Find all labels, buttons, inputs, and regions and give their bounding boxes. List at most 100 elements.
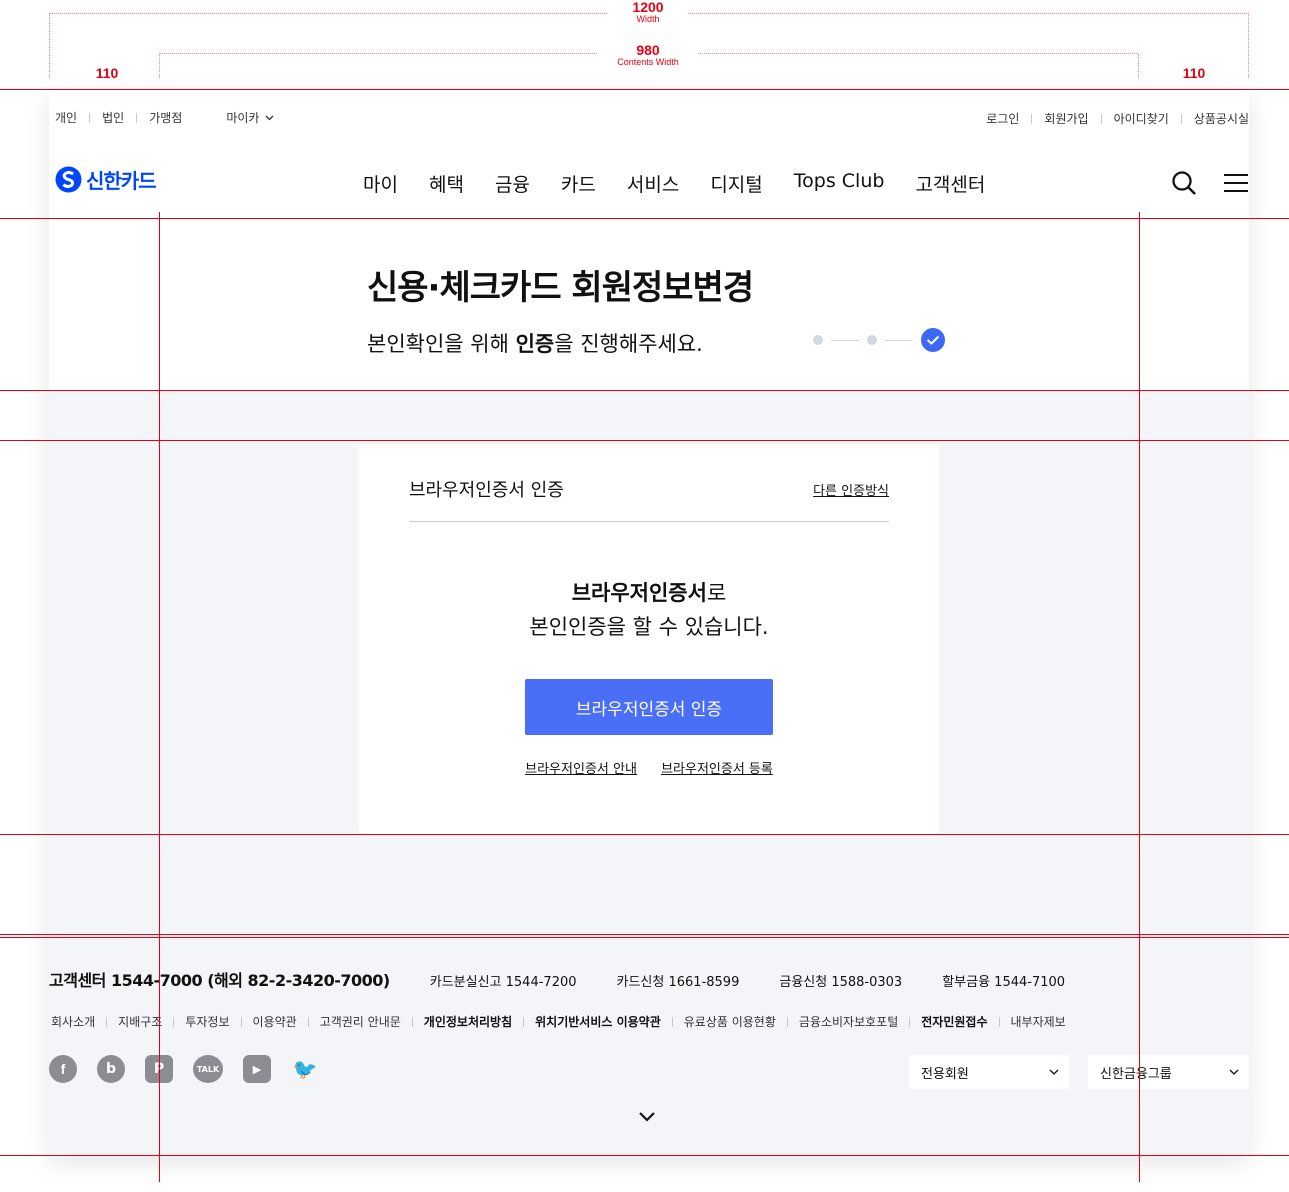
divider	[523, 1016, 525, 1027]
menu-customer-center[interactable]: 고객센터	[915, 170, 985, 197]
width-guide-left	[49, 13, 50, 78]
divider	[411, 1016, 413, 1027]
browser-cert-auth-button[interactable]: 브라우저인증서 인증	[525, 679, 773, 735]
brand-logo[interactable]: 신한카드	[55, 165, 157, 194]
installment-phone: 할부금융 1544-7100	[942, 975, 1066, 990]
step-indicator	[813, 328, 945, 352]
page-title: 신용·체크카드 회원정보변경	[367, 268, 754, 308]
menu-card[interactable]: 카드	[561, 170, 596, 197]
guide-line	[0, 1155, 1289, 1156]
expand-footer-icon[interactable]	[638, 1111, 656, 1123]
facebook-icon[interactable]: f	[49, 1055, 77, 1083]
card-apply-phone: 카드신청 1661-8599	[616, 975, 740, 990]
divider	[909, 1016, 911, 1027]
group-select[interactable]: 신한금융그룹	[1088, 1055, 1249, 1089]
menu-benefit[interactable]: 혜택	[429, 170, 464, 197]
find-id-link[interactable]: 아이디찾기	[1114, 110, 1169, 127]
mycar-label: 마이카	[226, 111, 260, 125]
footer-link-privacy[interactable]: 개인정보처리방침	[424, 1013, 512, 1030]
card-header: 브라우저인증서 인증 다른 인증방식	[409, 474, 889, 522]
divider	[1100, 113, 1102, 124]
youtube-icon[interactable]: ▶	[243, 1055, 271, 1083]
chevron-down-icon	[1049, 1069, 1059, 1075]
chevron-down-icon	[265, 115, 274, 120]
menu-my[interactable]: 마이	[363, 170, 398, 197]
menu-service[interactable]: 서비스	[627, 170, 679, 197]
menu-tops-club[interactable]: Tops Club	[794, 170, 885, 197]
footer: 고객센터 1544-7000 (해외 82-2-3420-7000) 카드분실신…	[49, 935, 1249, 1155]
divider	[89, 112, 91, 123]
footer-link-location-terms[interactable]: 위치기반서비스 이용약관	[535, 1013, 661, 1030]
guide-line	[0, 834, 1289, 835]
sns-links: f b P TALK ▶ 🐦	[49, 1055, 339, 1083]
guide-line	[0, 89, 1289, 90]
shinhan-logo-icon	[55, 166, 82, 193]
guide-line	[159, 212, 160, 1182]
guide-line	[0, 934, 1289, 935]
blog-icon[interactable]: b	[97, 1055, 125, 1083]
customer-center-phone: 고객센터 1544-7000 (해외 82-2-3420-7000)	[49, 971, 390, 990]
divider	[1031, 113, 1033, 124]
check-icon	[926, 335, 940, 345]
step-3-current	[921, 328, 945, 352]
footer-link-whistleblow[interactable]: 내부자제보	[1011, 1013, 1066, 1030]
page-frame: 개인 법인 가맹점 마이카 로그인 회원가입 아이디찾기 상품공시실 신한카드 …	[49, 90, 1249, 1155]
divider	[998, 1016, 1000, 1027]
hamburger-menu-icon[interactable]	[1223, 172, 1249, 194]
signup-link[interactable]: 회원가입	[1044, 110, 1088, 127]
divider	[173, 1016, 175, 1027]
footer-contacts: 고객센터 1544-7000 (해외 82-2-3420-7000) 카드분실신…	[49, 967, 1105, 991]
footer-link-complaint[interactable]: 전자민원접수	[921, 1013, 987, 1030]
left-margin-dimension: 110	[95, 65, 119, 81]
login-link[interactable]: 로그인	[986, 110, 1019, 127]
other-auth-method-link[interactable]: 다른 인증방식	[813, 480, 889, 499]
page-header: 신용·체크카드 회원정보변경 본인확인을 위해 인증을 진행해주세요.	[367, 260, 967, 356]
footer-link-governance[interactable]: 지배구조	[118, 1013, 162, 1030]
guide-line	[0, 440, 1289, 441]
member-select-value: 전용회원	[921, 1066, 969, 1082]
main-menu: 마이 혜택 금융 카드 서비스 디지털 Tops Club 고객센터	[363, 170, 1016, 197]
footer-link-company[interactable]: 회사소개	[51, 1013, 95, 1030]
menu-digital[interactable]: 디지털	[710, 170, 762, 197]
menu-finance[interactable]: 금융	[495, 170, 530, 197]
product-disclosure-link[interactable]: 상품공시실	[1194, 110, 1249, 127]
chevron-down-icon	[1229, 1069, 1239, 1075]
util-merchant-link[interactable]: 가맹점	[149, 109, 182, 126]
browser-cert-guide-link[interactable]: 브라우저인증서 안내	[525, 762, 637, 777]
footer-link-paid-products[interactable]: 유료상품 이용현황	[684, 1013, 776, 1030]
footer-link-customer-rights[interactable]: 고객권리 안내문	[320, 1013, 401, 1030]
step-connector	[885, 339, 913, 341]
footer-link-terms[interactable]: 이용약관	[253, 1013, 297, 1030]
twitter-icon[interactable]: 🐦	[291, 1055, 319, 1083]
util-corporate-link[interactable]: 법인	[102, 109, 124, 126]
right-margin-dimension: 110	[1182, 65, 1206, 81]
logo-text: 신한카드	[86, 169, 157, 193]
finance-apply-phone: 금융신청 1588-0303	[779, 975, 903, 990]
divider	[1180, 113, 1182, 124]
browser-cert-register-link[interactable]: 브라우저인증서 등록	[661, 762, 773, 777]
util-personal-link[interactable]: 개인	[55, 109, 77, 126]
footer-link-investor[interactable]: 투자정보	[185, 1013, 229, 1030]
kakao-talk-icon[interactable]: TALK	[193, 1055, 223, 1083]
divider	[671, 1016, 673, 1027]
divider	[786, 1016, 788, 1027]
page-subtitle: 본인확인을 위해 인증을 진행해주세요.	[367, 332, 703, 356]
divider	[136, 112, 138, 123]
divider	[307, 1016, 309, 1027]
contents-guide-left	[159, 53, 160, 78]
guide-line	[0, 390, 1289, 391]
auth-message: 브라우저인증서로 본인인증을 할 수 있습니다.	[529, 581, 769, 639]
divider	[240, 1016, 242, 1027]
member-select[interactable]: 전용회원	[909, 1055, 1069, 1089]
contents-width-dimension: 980 Contents Width	[598, 43, 698, 67]
width-guide-right	[1248, 13, 1249, 78]
utility-bar: 개인 법인 가맹점 마이카 로그인 회원가입 아이디찾기 상품공시실	[49, 90, 1249, 146]
mycar-dropdown[interactable]: 마이카	[226, 109, 274, 126]
guide-line	[0, 937, 1289, 938]
step-1	[813, 335, 823, 345]
guide-line	[1139, 212, 1140, 1182]
auth-card: 브라우저인증서 인증 다른 인증방식 브라우저인증서로 본인인증을 할 수 있습…	[359, 444, 939, 834]
search-icon[interactable]	[1171, 170, 1197, 196]
footer-link-consumer-portal[interactable]: 금융소비자보호포털	[799, 1013, 898, 1030]
global-nav: 신한카드 마이 혜택 금융 카드 서비스 디지털 Tops Club 고객센터	[49, 156, 1249, 208]
